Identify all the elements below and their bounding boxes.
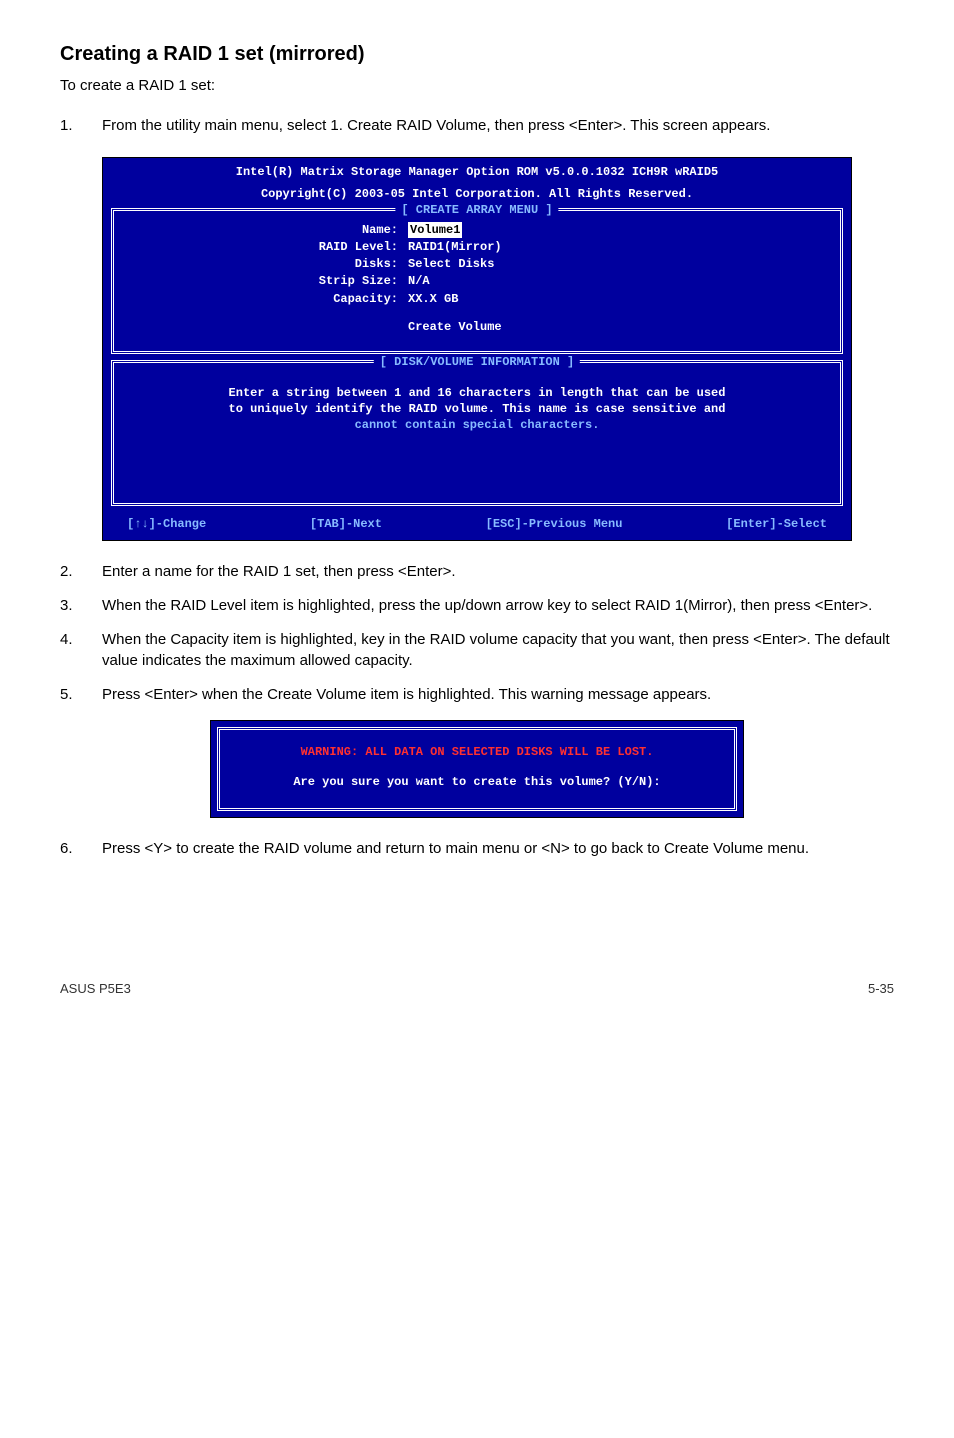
step-number: 4. <box>60 629 102 673</box>
name-label: Name: <box>128 222 408 238</box>
step-number: 5. <box>60 684 102 706</box>
spacer <box>128 319 408 335</box>
help-text-block: Enter a string between 1 and 16 characte… <box>128 373 826 446</box>
key-change: [↑↓]-Change <box>127 516 206 532</box>
step-1: 1. From the utility main menu, select 1.… <box>60 115 894 137</box>
warning-red-text: WARNING: ALL DATA ON SELECTED DISKS WILL… <box>238 744 716 760</box>
step-body: When the RAID Level item is highlighted,… <box>102 595 894 617</box>
step-2: 2. Enter a name for the RAID 1 set, then… <box>60 561 894 583</box>
footer-left: ASUS P5E3 <box>60 980 131 999</box>
disk-volume-info-panel: [ DISK/VOLUME INFORMATION ] Enter a stri… <box>111 360 843 506</box>
step-number: 3. <box>60 595 102 617</box>
steps-list: 1. From the utility main menu, select 1.… <box>60 115 894 137</box>
create-volume-label: Create Volume <box>408 319 502 335</box>
field-disks: Disks: Select Disks <box>128 256 826 272</box>
field-name: Name: Volume1 <box>128 222 826 238</box>
field-strip-size: Strip Size: N/A <box>128 273 826 289</box>
capacity-value: XX.X GB <box>408 291 458 307</box>
key-next: [TAB]-Next <box>310 516 382 532</box>
help-line3: cannot contain special characters. <box>158 417 796 433</box>
steps-list-cont: 2. Enter a name for the RAID 1 set, then… <box>60 561 894 706</box>
disks-value: Select Disks <box>408 256 494 272</box>
key-prev: [ESC]-Previous Menu <box>486 516 623 532</box>
step-body: Press <Enter> when the Create Volume ite… <box>102 684 894 706</box>
warning-dialog: WARNING: ALL DATA ON SELECTED DISKS WILL… <box>210 720 744 818</box>
strip-size-label: Strip Size: <box>128 273 408 289</box>
step-6: 6. Press <Y> to create the RAID volume a… <box>60 838 894 860</box>
step-5: 5. Press <Enter> when the Create Volume … <box>60 684 894 706</box>
raid-level-label: RAID Level: <box>128 239 408 255</box>
step-number: 6. <box>60 838 102 860</box>
key-select: [Enter]-Select <box>726 516 827 532</box>
step-body: Press <Y> to create the RAID volume and … <box>102 838 894 860</box>
capacity-label: Capacity: <box>128 291 408 307</box>
step-body: Enter a name for the RAID 1 set, then pr… <box>102 561 894 583</box>
footer-right: 5-35 <box>868 980 894 999</box>
step-number: 2. <box>60 561 102 583</box>
warning-prompt: Are you sure you want to create this vol… <box>238 774 716 790</box>
help-line2: to uniquely identify the RAID volume. Th… <box>158 401 796 417</box>
step-4: 4. When the Capacity item is highlighted… <box>60 629 894 673</box>
bios-header-line2: Copyright(C) 2003-05 Intel Corporation. … <box>103 180 851 202</box>
field-capacity: Capacity: XX.X GB <box>128 291 826 307</box>
page-footer: ASUS P5E3 5-35 <box>60 980 894 999</box>
step-number: 1. <box>60 115 102 137</box>
warning-inner: WARNING: ALL DATA ON SELECTED DISKS WILL… <box>217 727 737 811</box>
steps-list-cont2: 6. Press <Y> to create the RAID volume a… <box>60 838 894 860</box>
create-array-panel: [ CREATE ARRAY MENU ] Name: Volume1 RAID… <box>111 208 843 354</box>
step-body: When the Capacity item is highlighted, k… <box>102 629 894 673</box>
name-value: Volume1 <box>408 222 462 238</box>
section-heading: Creating a RAID 1 set (mirrored) <box>60 40 894 69</box>
strip-size-value: N/A <box>408 273 430 289</box>
panel2-title: [ DISK/VOLUME INFORMATION ] <box>374 354 580 370</box>
field-raid-level: RAID Level: RAID1(Mirror) <box>128 239 826 255</box>
panel1-title: [ CREATE ARRAY MENU ] <box>395 202 558 218</box>
bios-footer-keys: [↑↓]-Change [TAB]-Next [ESC]-Previous Me… <box>103 512 851 540</box>
step-body: From the utility main menu, select 1. Cr… <box>102 115 894 137</box>
step-3: 3. When the RAID Level item is highlight… <box>60 595 894 617</box>
disks-label: Disks: <box>128 256 408 272</box>
field-create-volume: Create Volume <box>128 319 826 335</box>
intro-text: To create a RAID 1 set: <box>60 75 894 97</box>
bios-screenshot: Intel(R) Matrix Storage Manager Option R… <box>102 157 852 542</box>
raid-level-value: RAID1(Mirror) <box>408 239 502 255</box>
bios-header-line1: Intel(R) Matrix Storage Manager Option R… <box>103 158 851 180</box>
help-line1: Enter a string between 1 and 16 characte… <box>158 385 796 401</box>
